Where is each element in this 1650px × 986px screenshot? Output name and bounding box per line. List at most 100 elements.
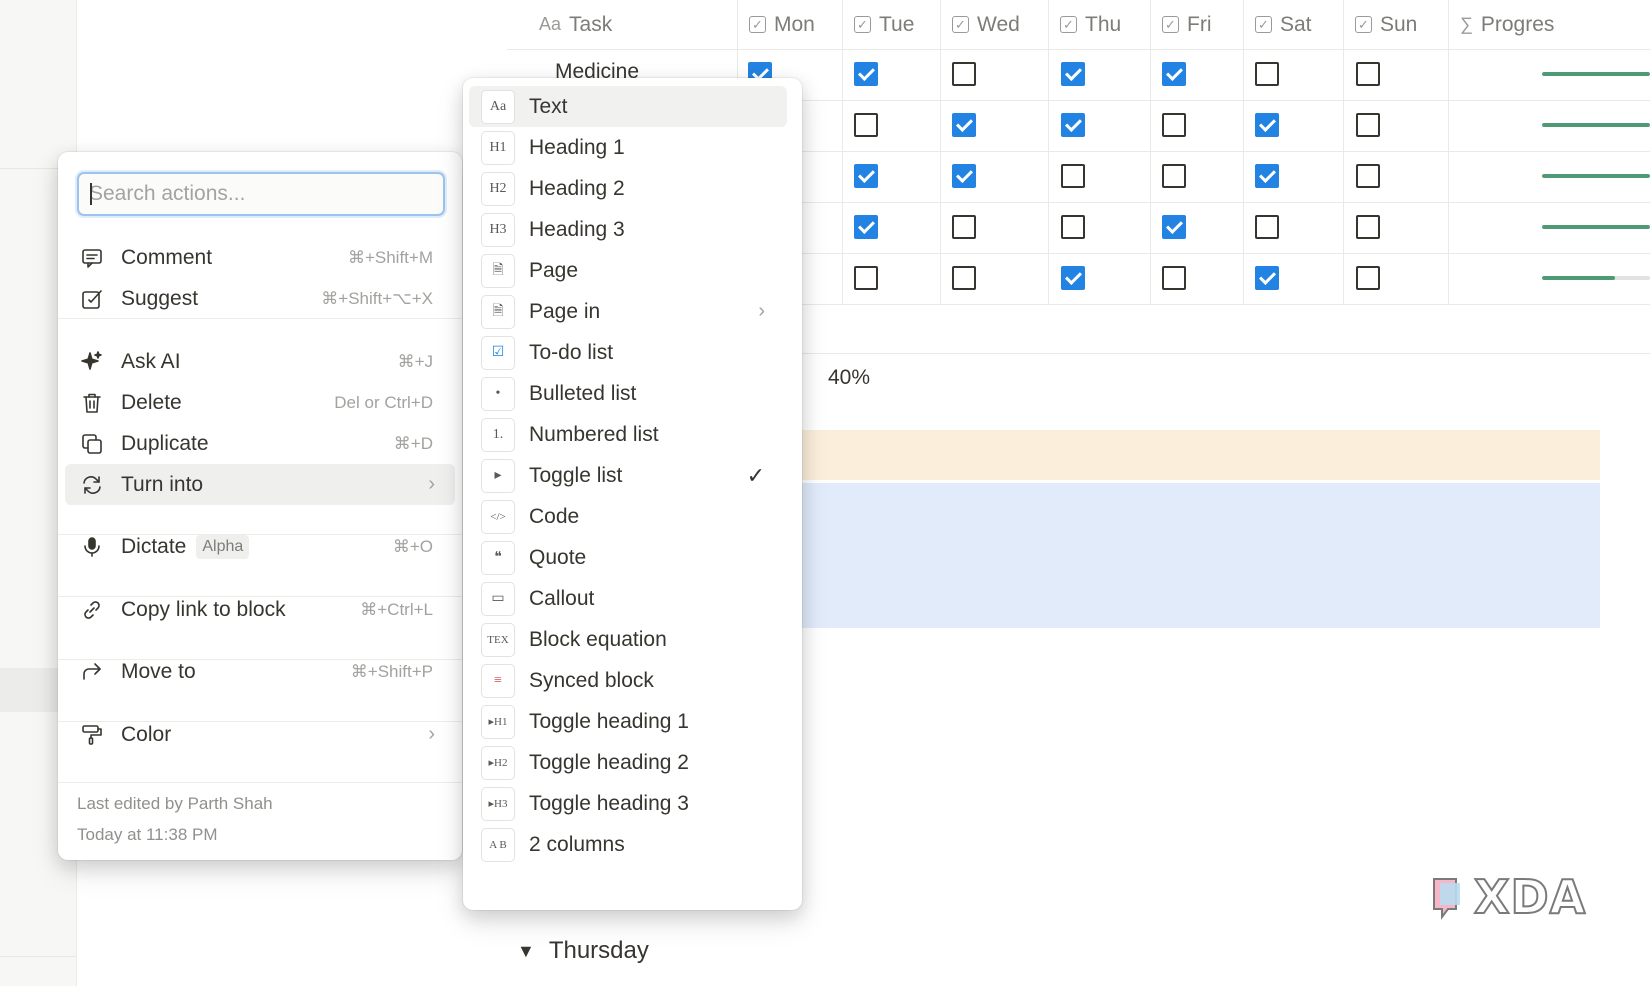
turn-into-label: Heading 3 <box>529 217 625 241</box>
turn-into-item-to-do-list[interactable]: ☑ To-do list <box>469 332 787 373</box>
menu-item-dictate[interactable]: Dictate Alpha ⌘+O <box>65 526 455 567</box>
checkbox-prop-icon: ✓ <box>1060 16 1077 33</box>
menu-item-label: Dictate <box>121 534 187 558</box>
day-checkbox[interactable] <box>1061 113 1085 137</box>
turn-into-item-toggle-list[interactable]: ▸ Toggle list ✓ <box>469 455 787 496</box>
turn-into-item-numbered-list[interactable]: 1. Numbered list <box>469 414 787 455</box>
column-header-sat[interactable]: ✓ Sat <box>1255 0 1312 49</box>
sigma-icon: ∑ <box>1460 14 1473 34</box>
shortcut-hint: ⌘+Shift+⌥+X <box>321 288 433 308</box>
progress-fill <box>1542 225 1650 229</box>
menu-item-color[interactable]: Color › <box>65 714 455 755</box>
turn-into-item-synced-block[interactable]: ≡ Synced block <box>469 660 787 701</box>
turn-into-item-text[interactable]: Aa Text <box>469 86 787 127</box>
toggle-triangle-icon[interactable]: ▼ <box>517 941 535 962</box>
column-header-tue[interactable]: ✓ Tue <box>854 0 914 49</box>
menu-item-suggest[interactable]: Suggest ⌘+Shift+⌥+X <box>65 278 455 319</box>
shortcut-hint: ⌘+Ctrl+L <box>360 599 433 619</box>
day-checkbox[interactable] <box>952 62 976 86</box>
menu-item-label: Move to <box>121 659 196 683</box>
turn-into-menu: Aa Text H1 Heading 1 H2 Heading 2 H3 Heading 3 🗎… <box>463 78 802 910</box>
turn-into-item-block-equation[interactable]: TEX Block equation <box>469 619 787 660</box>
shortcut-hint: ⌘+J <box>397 351 433 371</box>
day-checkbox[interactable] <box>1162 266 1186 290</box>
day-checkbox[interactable] <box>952 164 976 188</box>
day-checkbox[interactable] <box>1255 215 1279 239</box>
day-checkbox[interactable] <box>1255 164 1279 188</box>
menu-item-turn-into[interactable]: Turn into › <box>65 464 455 505</box>
day-checkbox[interactable] <box>1356 62 1380 86</box>
menu-item-duplicate[interactable]: Duplicate ⌘+D <box>65 423 455 464</box>
search-actions-input[interactable] <box>79 174 443 214</box>
progress-fill <box>1542 72 1650 76</box>
day-checkbox[interactable] <box>1162 62 1186 86</box>
sidebar-divider <box>0 956 76 957</box>
day-checkbox[interactable] <box>854 62 878 86</box>
day-checkbox[interactable] <box>1061 266 1085 290</box>
quote-icon: ❝ <box>481 540 515 575</box>
turn-into-label: Code <box>529 504 580 528</box>
callout-block-blue[interactable] <box>790 483 1600 628</box>
day-checkbox[interactable] <box>952 215 976 239</box>
day-checkbox[interactable] <box>1061 164 1085 188</box>
link-icon <box>77 598 107 622</box>
toggle-heading-1-icon: ▸H1 <box>481 704 515 739</box>
turn-into-item-toggle-heading-3[interactable]: ▸H3 Toggle heading 3 <box>469 783 787 824</box>
column-header-sun[interactable]: ✓ Sun <box>1355 0 1417 49</box>
turn-into-item-page-in[interactable]: 🗎 Page in › <box>469 291 787 332</box>
day-checkbox[interactable] <box>1061 215 1085 239</box>
turn-into-item-bulleted-list[interactable]: • Bulleted list <box>469 373 787 414</box>
menu-item-delete[interactable]: Delete Del or Ctrl+D <box>65 382 455 423</box>
search-actions-field[interactable] <box>77 172 445 216</box>
column-header-progres[interactable]: ∑ Progres <box>1460 0 1554 49</box>
day-checkbox[interactable] <box>1061 62 1085 86</box>
day-checkbox[interactable] <box>952 113 976 137</box>
turn-into-item-page[interactable]: 🗎 Page <box>469 250 787 291</box>
turn-into-label: Toggle heading 2 <box>529 750 689 774</box>
column-header-task[interactable]: Aa Task <box>539 0 612 49</box>
turn-into-item-quote[interactable]: ❝ Quote <box>469 537 787 578</box>
turn-into-item-toggle-heading-1[interactable]: ▸H1 Toggle heading 1 <box>469 701 787 742</box>
column-header-wed[interactable]: ✓ Wed <box>952 0 1020 49</box>
turn-into-item-heading-1[interactable]: H1 Heading 1 <box>469 127 787 168</box>
menu-item-ask-ai[interactable]: Ask AI ⌘+J <box>65 341 455 382</box>
day-checkbox[interactable] <box>952 266 976 290</box>
menu-item-copy-link-to-block[interactable]: Copy link to block ⌘+Ctrl+L <box>65 589 455 630</box>
summary-percent: 40% <box>828 366 871 389</box>
column-header-fri[interactable]: ✓ Fri <box>1162 0 1212 49</box>
menu-item-label: Duplicate <box>121 431 209 455</box>
day-checkbox[interactable] <box>1255 62 1279 86</box>
column-header-mon[interactable]: ✓ Mon <box>749 0 815 49</box>
menu-item-move-to[interactable]: Move to ⌘+Shift+P <box>65 651 455 692</box>
day-checkbox[interactable] <box>854 215 878 239</box>
day-checkbox[interactable] <box>1255 266 1279 290</box>
turn-into-item-2-columns[interactable]: A B 2 columns <box>469 824 787 865</box>
day-checkbox[interactable] <box>854 164 878 188</box>
turn-into-item-heading-2[interactable]: H2 Heading 2 <box>469 168 787 209</box>
day-checkbox[interactable] <box>854 113 878 137</box>
day-checkbox[interactable] <box>1356 113 1380 137</box>
turn-into-item-code[interactable]: </> Code <box>469 496 787 537</box>
turn-into-item-heading-3[interactable]: H3 Heading 3 <box>469 209 787 250</box>
day-checkbox[interactable] <box>1162 113 1186 137</box>
thursday-label: Thursday <box>548 937 649 964</box>
day-checkbox[interactable] <box>1162 164 1186 188</box>
column-header-label: Mon <box>774 12 815 36</box>
day-checkbox[interactable] <box>1162 215 1186 239</box>
toggle-heading-2-icon: ▸H2 <box>481 745 515 780</box>
menu-item-comment[interactable]: Comment ⌘+Shift+M <box>65 237 455 278</box>
callout-block-yellow[interactable] <box>790 430 1600 480</box>
turn-into-item-callout[interactable]: ▭ Callout <box>469 578 787 619</box>
last-edited-text: Last edited by Parth Shah <box>77 794 273 813</box>
day-checkbox[interactable] <box>1356 164 1380 188</box>
day-checkbox[interactable] <box>1255 113 1279 137</box>
day-checkbox[interactable] <box>1356 266 1380 290</box>
thursday-toggle[interactable]: ▼ Thursday <box>517 937 649 965</box>
turn-into-item-toggle-heading-2[interactable]: ▸H2 Toggle heading 2 <box>469 742 787 783</box>
day-checkbox[interactable] <box>854 266 878 290</box>
column-header-thu[interactable]: ✓ Thu <box>1060 0 1121 49</box>
numbered-list-icon: 1. <box>481 417 515 452</box>
turn-into-label: Toggle heading 1 <box>529 709 689 733</box>
turn-into-icon <box>77 473 107 497</box>
day-checkbox[interactable] <box>1356 215 1380 239</box>
